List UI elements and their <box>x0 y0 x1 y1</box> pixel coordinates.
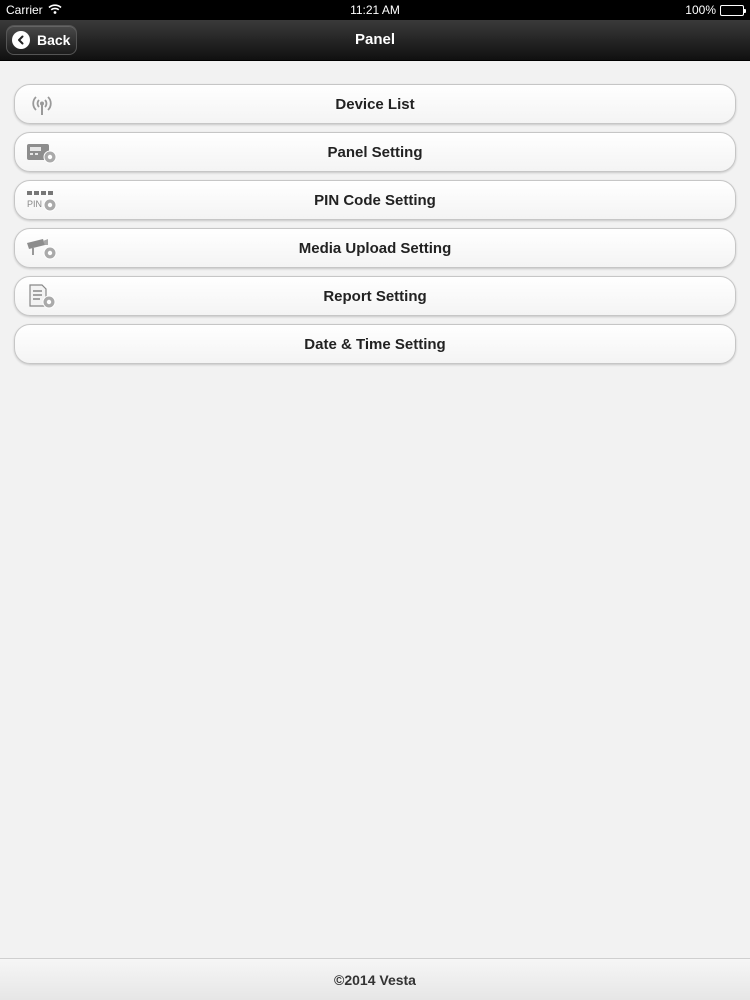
settings-menu: Device List Panel Setting PIN PIN Code S… <box>14 84 736 372</box>
menu-item-pin-code-setting[interactable]: PIN PIN Code Setting <box>14 180 736 220</box>
battery-icon <box>720 4 746 16</box>
page-title: Panel <box>354 31 396 48</box>
status-time: 11:21 AM <box>350 3 400 17</box>
status-right: 100% <box>685 3 746 17</box>
menu-item-media-upload-setting[interactable]: Media Upload Setting <box>14 228 736 268</box>
menu-item-label: PIN Code Setting <box>314 191 436 209</box>
status-bar: Carrier 11:21 AM 100% <box>0 0 750 20</box>
copyright-text: ©2014 Vesta <box>334 971 416 988</box>
menu-item-date-time-setting[interactable]: Date & Time Setting <box>14 324 736 364</box>
svg-text:PIN: PIN <box>27 199 42 209</box>
menu-item-report-setting[interactable]: Report Setting <box>14 276 736 316</box>
camera-gear-icon <box>25 235 59 261</box>
battery-percent: 100% <box>685 3 716 17</box>
menu-item-label: Panel Setting <box>327 143 423 161</box>
menu-item-label: Report Setting <box>323 287 427 305</box>
menu-item-panel-setting[interactable]: Panel Setting <box>14 132 736 172</box>
pin-gear-icon: PIN <box>25 187 59 213</box>
navigation-bar: Back Panel <box>0 20 750 61</box>
report-gear-icon <box>25 283 59 309</box>
menu-item-label: Device List <box>335 95 415 113</box>
menu-item-label: Media Upload Setting <box>298 239 452 257</box>
footer: ©2014 Vesta <box>0 958 750 1000</box>
menu-item-device-list[interactable]: Device List <box>14 84 736 124</box>
antenna-icon <box>25 91 59 117</box>
panel-gear-icon <box>25 139 59 165</box>
panel-screen: Carrier 11:21 AM 100% Back Panel Device … <box>0 0 750 1000</box>
menu-item-label: Date & Time Setting <box>304 335 446 353</box>
